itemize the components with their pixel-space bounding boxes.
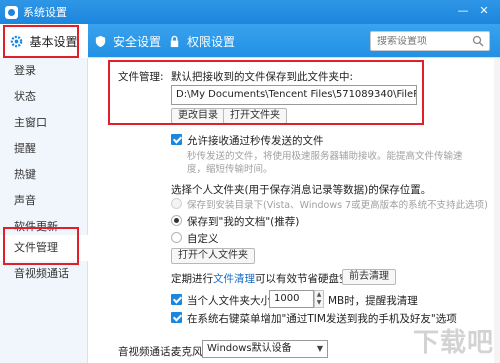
file-management-label: 文件管理: bbox=[118, 71, 164, 83]
file-save-path-field[interactable]: D:\My Documents\Tencent Files\571089340\… bbox=[171, 85, 417, 105]
sidebar-item-login[interactable]: 登录 bbox=[0, 58, 88, 84]
microphone-device-select[interactable]: Windows默认设备 ▼ bbox=[202, 340, 328, 358]
custom-location-label: 自定义 bbox=[187, 233, 219, 245]
save-to-install-dir-label: 保存到安装目录下(Vista、Windows 7或更高版本的系统不支持此选项) bbox=[187, 200, 488, 211]
sidebar-item-main-window[interactable]: 主窗口 bbox=[0, 110, 88, 136]
tab-label: 权限设置 bbox=[187, 34, 236, 49]
gear-icon bbox=[11, 35, 23, 47]
av-call-label: 音视频通话: bbox=[118, 346, 175, 358]
context-menu-option-checkbox[interactable] bbox=[171, 312, 182, 323]
file-management-description: 默认把接收到的文件保存到此文件夹中: bbox=[171, 71, 354, 83]
custom-location-radio[interactable] bbox=[171, 232, 182, 243]
file-cleanup-link[interactable]: 文件清理 bbox=[213, 273, 255, 285]
minimize-button[interactable]: — bbox=[456, 4, 470, 18]
folder-size-input[interactable]: 1000 bbox=[269, 290, 314, 308]
folder-size-reminder-checkbox[interactable] bbox=[171, 294, 182, 305]
tab-security-settings[interactable]: 安全设置 bbox=[94, 24, 161, 58]
content-scrollbar[interactable] bbox=[494, 58, 500, 363]
save-to-my-documents-radio[interactable] bbox=[171, 215, 182, 226]
open-personal-folder-button[interactable]: 打开个人文件夹 bbox=[171, 248, 255, 264]
sidebar-item-av-call[interactable]: 音视频通话 bbox=[0, 261, 88, 287]
sidebar-item-file-management[interactable]: 文件管理 bbox=[0, 235, 88, 261]
open-folder-button[interactable]: 打开文件夹 bbox=[223, 108, 287, 124]
tab-label: 基本设置 bbox=[29, 34, 78, 49]
instant-transfer-desc-line2: 度，缩短传输时间。 bbox=[187, 164, 273, 175]
tab-label: 安全设置 bbox=[113, 34, 162, 49]
close-button[interactable]: ✕ bbox=[477, 4, 491, 18]
go-cleanup-button[interactable]: 前去清理 bbox=[342, 269, 396, 285]
personal-folder-heading: 选择个人文件夹(用于保存消息记录等数据)的保存位置。 bbox=[171, 184, 432, 196]
save-to-install-dir-radio[interactable] bbox=[171, 198, 182, 209]
chevron-down-icon: ▼ bbox=[316, 344, 323, 353]
search-icon[interactable] bbox=[472, 35, 484, 47]
lock-icon bbox=[170, 35, 179, 47]
watermark: 下载吧 bbox=[412, 328, 494, 358]
shield-icon bbox=[95, 35, 106, 47]
allow-instant-transfer-checkbox[interactable] bbox=[171, 134, 182, 145]
search-input[interactable] bbox=[377, 35, 472, 47]
app-logo-icon bbox=[5, 5, 18, 19]
change-directory-button[interactable]: 更改目录 bbox=[171, 108, 225, 124]
microphone-device-value: Windows默认设备 bbox=[207, 343, 292, 354]
sidebar-item-status[interactable]: 状态 bbox=[0, 84, 88, 110]
cleanup-text-pre: 定期进行 bbox=[171, 273, 213, 285]
tab-basic-settings[interactable]: 基本设置 bbox=[0, 24, 88, 58]
sidebar-item-sound[interactable]: 声音 bbox=[0, 188, 88, 214]
search-box[interactable] bbox=[370, 31, 490, 51]
window-title: 系统设置 bbox=[23, 6, 67, 19]
title-bar: 系统设置 — ✕ bbox=[0, 0, 500, 24]
folder-size-label-post: MB时，提醒我清理 bbox=[328, 295, 418, 307]
folder-size-spinner[interactable]: ▲ ▼ bbox=[314, 290, 324, 308]
allow-instant-transfer-label: 允许接收通过秒传发送的文件 bbox=[187, 135, 324, 147]
cleanup-hint: 定期进行文件清理可以有效节省硬盘空间。 bbox=[171, 271, 371, 286]
settings-sidebar: 登录 状态 主窗口 提醒 热键 声音 软件更新 文件管理 音视频通话 bbox=[0, 58, 88, 363]
instant-transfer-desc-line1: 秒传发送的文件，将使用极速服务器辅助接收。能提高文件传输速 bbox=[187, 151, 463, 162]
tab-permission-settings[interactable]: 权限设置 bbox=[168, 24, 235, 58]
sidebar-item-reminder[interactable]: 提醒 bbox=[0, 136, 88, 162]
sidebar-item-hotkey[interactable]: 热键 bbox=[0, 162, 88, 188]
settings-tab-bar: 基本设置 安全设置 权限设置 bbox=[0, 24, 500, 58]
save-to-my-documents-label: 保存到"我的文档"(推荐) bbox=[187, 216, 300, 228]
settings-content: 文件管理: 默认把接收到的文件保存到此文件夹中: D:\My Documents… bbox=[88, 58, 500, 363]
